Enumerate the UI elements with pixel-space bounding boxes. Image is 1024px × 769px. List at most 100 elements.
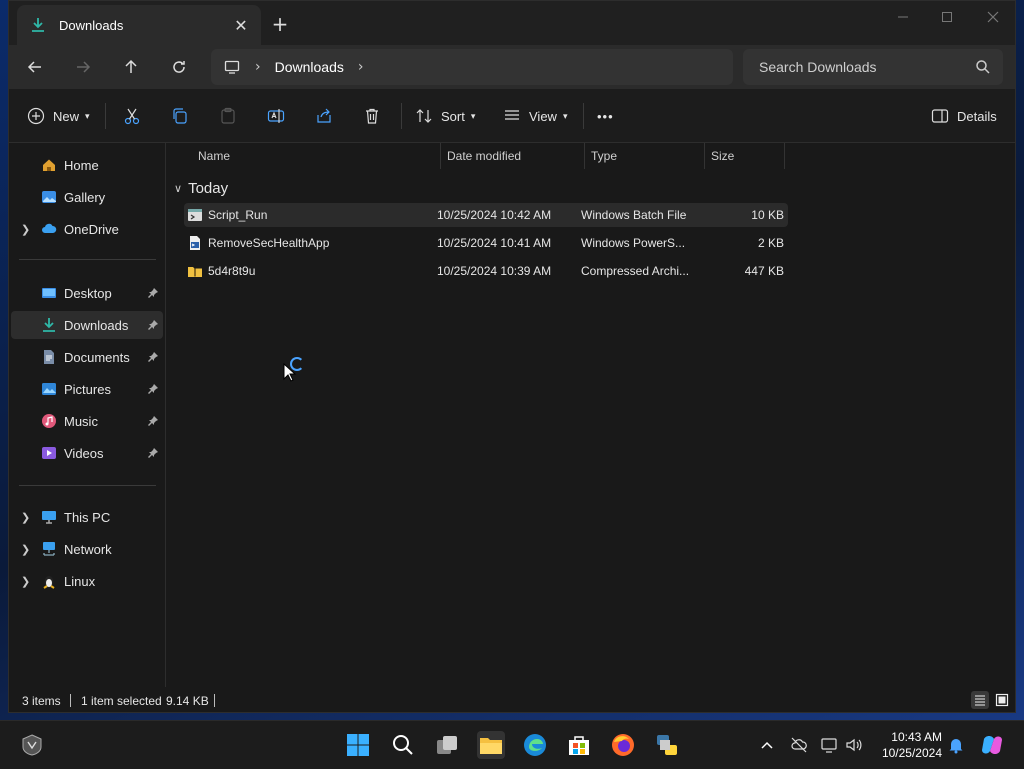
- column-header-size[interactable]: Size: [711, 143, 734, 169]
- group-header-today[interactable]: ∨ Today: [174, 177, 228, 199]
- onedrive-tray-button[interactable]: [785, 731, 813, 759]
- pin-icon[interactable]: [147, 447, 159, 459]
- view-button[interactable]: View ▾: [503, 103, 567, 129]
- search-input[interactable]: [757, 58, 961, 76]
- sidebar-item-home[interactable]: Home: [11, 151, 163, 179]
- firefox-taskbar-button[interactable]: [609, 731, 637, 759]
- forward-button[interactable]: [69, 53, 97, 81]
- edge-taskbar-button[interactable]: [521, 731, 549, 759]
- network-status-icon: [821, 738, 837, 753]
- notifications-button[interactable]: [942, 731, 970, 759]
- table-row[interactable]: RemoveSecHealthApp 10/25/2024 10:41 AM W…: [184, 231, 788, 255]
- chevron-right-icon[interactable]: ❯: [21, 223, 31, 236]
- rename-button[interactable]: [267, 103, 285, 129]
- copy-icon: [173, 108, 187, 124]
- pin-icon[interactable]: [147, 287, 159, 299]
- command-bar: New ▾ Sort ▾ View ▾ ••• Details: [9, 89, 1015, 143]
- taskbar-search-button[interactable]: [389, 731, 417, 759]
- chevron-right-icon[interactable]: ›: [255, 59, 261, 75]
- details-view-toggle[interactable]: [971, 691, 989, 709]
- pin-icon[interactable]: [147, 319, 159, 331]
- sidebar-item-music[interactable]: Music: [11, 407, 163, 435]
- sidebar-item-desktop[interactable]: Desktop: [11, 279, 163, 307]
- start-button[interactable]: [344, 731, 372, 759]
- show-hidden-icons-button[interactable]: [753, 731, 781, 759]
- copilot-button[interactable]: [978, 731, 1006, 759]
- up-button[interactable]: [117, 53, 145, 81]
- paste-button[interactable]: [219, 103, 237, 129]
- python-taskbar-button[interactable]: [653, 731, 681, 759]
- title-bar: Downloads ✕ +: [9, 1, 1015, 45]
- sidebar-item-label: Network: [64, 541, 112, 557]
- sidebar-item-this-pc[interactable]: ❯ This PC: [11, 503, 163, 531]
- refresh-button[interactable]: [165, 53, 193, 81]
- delete-button[interactable]: [363, 103, 381, 129]
- minimize-button[interactable]: [881, 7, 925, 27]
- table-row[interactable]: 5d4r8t9u 10/25/2024 10:39 AM Compressed …: [184, 259, 788, 283]
- new-button[interactable]: New ▾: [27, 103, 90, 129]
- sort-icon: [416, 109, 432, 123]
- chevron-right-icon[interactable]: ❯: [21, 575, 31, 588]
- sidebar-item-downloads[interactable]: Downloads: [11, 311, 163, 339]
- network-tray-button[interactable]: [815, 731, 843, 759]
- view-list-icon: [505, 110, 519, 120]
- column-header-type[interactable]: Type: [591, 143, 617, 169]
- close-window-button[interactable]: [971, 7, 1015, 27]
- sidebar-item-linux[interactable]: ❯ Linux: [11, 567, 163, 595]
- sidebar-item-label: Documents: [64, 349, 130, 365]
- sidebar-item-onedrive[interactable]: ❯ OneDrive: [11, 215, 163, 243]
- cut-button[interactable]: [123, 103, 141, 129]
- sidebar-item-documents[interactable]: Documents: [11, 343, 163, 371]
- new-tab-button[interactable]: +: [269, 13, 291, 35]
- breadcrumb-downloads[interactable]: Downloads: [275, 59, 344, 75]
- more-options-button[interactable]: •••: [597, 103, 614, 129]
- address-bar[interactable]: › Downloads ›: [211, 49, 733, 85]
- back-button[interactable]: [21, 53, 49, 81]
- file-explorer-taskbar-button[interactable]: [477, 731, 505, 759]
- task-view-button[interactable]: [433, 731, 461, 759]
- column-header-name[interactable]: Name: [198, 143, 230, 169]
- column-divider[interactable]: [784, 143, 785, 169]
- chevron-right-icon[interactable]: ❯: [21, 511, 31, 524]
- column-header-date-modified[interactable]: Date modified: [447, 143, 521, 169]
- copy-button[interactable]: [171, 103, 189, 129]
- column-divider[interactable]: [440, 143, 441, 169]
- minimize-icon: [898, 16, 908, 18]
- pin-icon[interactable]: [147, 351, 159, 363]
- sidebar-item-network[interactable]: ❯ Network: [11, 535, 163, 563]
- store-taskbar-button[interactable]: [565, 731, 593, 759]
- videos-icon: [42, 447, 56, 459]
- plus-circle-icon: [27, 107, 45, 125]
- tab-downloads[interactable]: Downloads ✕: [17, 5, 261, 45]
- details-pane-button[interactable]: Details: [931, 103, 997, 129]
- chevron-right-icon[interactable]: ›: [358, 59, 364, 75]
- nhl-widget-icon[interactable]: [18, 731, 46, 759]
- python-icon: [657, 735, 677, 755]
- chevron-right-icon[interactable]: ❯: [21, 543, 31, 556]
- music-icon: [42, 414, 56, 428]
- sidebar-item-label: Music: [64, 413, 98, 429]
- system-clock[interactable]: 10:43 AM 10/25/2024: [882, 729, 942, 761]
- sidebar-item-pictures[interactable]: Pictures: [11, 375, 163, 403]
- toolbar-divider: [401, 103, 402, 129]
- tiles-view-icon: [995, 693, 1009, 707]
- file-date: 10/25/2024 10:39 AM: [437, 264, 552, 278]
- file-name: 5d4r8t9u: [208, 264, 256, 278]
- share-button[interactable]: [315, 103, 333, 129]
- volume-tray-button[interactable]: [840, 731, 868, 759]
- column-divider[interactable]: [704, 143, 705, 169]
- pin-icon[interactable]: [147, 383, 159, 395]
- search-box[interactable]: [743, 49, 1003, 85]
- maximize-button[interactable]: [925, 7, 969, 27]
- tiles-view-toggle[interactable]: [993, 691, 1011, 709]
- back-arrow-icon: [27, 61, 41, 73]
- sidebar-item-videos[interactable]: Videos: [11, 439, 163, 467]
- sort-button[interactable]: Sort ▾: [415, 103, 475, 129]
- sidebar-item-gallery[interactable]: Gallery: [11, 183, 163, 211]
- cloud-offline-icon: [791, 737, 807, 753]
- table-row[interactable]: Script_Run 10/25/2024 10:42 AM Windows B…: [184, 203, 788, 227]
- file-type: Compressed Archi...: [581, 264, 690, 278]
- close-tab-button[interactable]: ✕: [231, 15, 251, 35]
- column-divider[interactable]: [584, 143, 585, 169]
- pin-icon[interactable]: [147, 415, 159, 427]
